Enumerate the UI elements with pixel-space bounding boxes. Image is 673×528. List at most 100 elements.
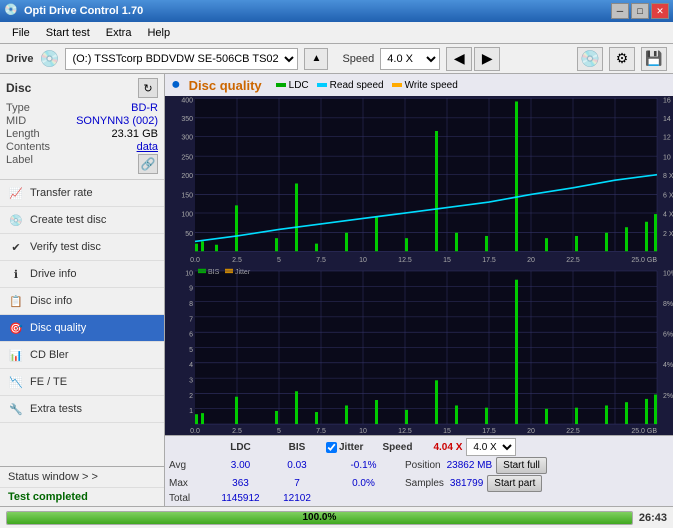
- transfer-rate-label: Transfer rate: [30, 187, 93, 199]
- svg-text:0.0: 0.0: [190, 426, 200, 435]
- svg-text:7.5: 7.5: [316, 255, 326, 264]
- sidebar-item-fe-te[interactable]: 📉 FE / TE: [0, 369, 164, 396]
- svg-text:12 X: 12 X: [663, 132, 673, 141]
- svg-text:7: 7: [189, 314, 193, 323]
- cd-bler-icon: 📊: [8, 347, 24, 363]
- svg-text:150: 150: [181, 190, 193, 199]
- stats-bar: LDC BIS Jitter Speed 4.04 X 4.0 X Avg 3.…: [165, 435, 673, 506]
- samples-value: 381799: [450, 478, 483, 489]
- svg-text:3: 3: [189, 375, 193, 384]
- content-area: ● Disc quality LDC Read speed Write spee…: [165, 74, 673, 506]
- svg-text:2%: 2%: [663, 391, 673, 400]
- svg-text:25.0 GB: 25.0 GB: [631, 255, 657, 264]
- speed-select[interactable]: 4.0 X: [380, 48, 440, 70]
- disc-refresh-button[interactable]: ↻: [138, 78, 158, 98]
- svg-text:4 X: 4 X: [663, 209, 673, 218]
- jitter-checkbox[interactable]: [326, 442, 337, 453]
- sidebar-item-create-test-disc[interactable]: 💿 Create test disc: [0, 207, 164, 234]
- avg-ldc: 3.00: [213, 460, 268, 471]
- start-part-button[interactable]: Start part: [487, 475, 542, 492]
- svg-text:6%: 6%: [663, 329, 673, 338]
- svg-text:4: 4: [189, 360, 193, 369]
- start-full-button[interactable]: Start full: [496, 457, 547, 474]
- transfer-rate-icon: 📈: [8, 185, 24, 201]
- chart-header: ● Disc quality LDC Read speed Write spee…: [165, 74, 673, 96]
- stats-speed-dropdown[interactable]: 4.0 X: [466, 438, 516, 456]
- svg-text:5: 5: [277, 426, 281, 435]
- sidebar-item-extra-tests[interactable]: 🔧 Extra tests: [0, 396, 164, 423]
- sidebar-item-disc-info[interactable]: 📋 Disc info: [0, 288, 164, 315]
- svg-text:4%: 4%: [663, 360, 673, 369]
- svg-text:15: 15: [443, 255, 451, 264]
- svg-text:17.5: 17.5: [482, 426, 496, 435]
- jitter-col-header: Jitter: [339, 442, 363, 453]
- svg-text:100: 100: [181, 209, 193, 218]
- nav-items: 📈 Transfer rate 💿 Create test disc ✔ Ver…: [0, 180, 164, 466]
- drive-select[interactable]: (O:) TSSTcorp BDDVDW SE-506CB TS02: [65, 48, 298, 70]
- legend-write-speed: Write speed: [392, 80, 458, 91]
- svg-text:25.0 GB: 25.0 GB: [631, 426, 657, 435]
- speed-current-value: 4.04 X: [433, 442, 462, 453]
- max-jitter: 0.0%: [326, 478, 401, 489]
- close-button[interactable]: ✕: [651, 3, 669, 19]
- legend-ldc-label: LDC: [289, 80, 309, 91]
- sidebar: Disc ↻ Type BD-R MID SONYNN3 (002) Lengt…: [0, 74, 165, 506]
- svg-text:10: 10: [359, 426, 367, 435]
- disc-type-label: Type: [6, 102, 30, 114]
- svg-text:2.5: 2.5: [232, 426, 242, 435]
- speed-next-button[interactable]: ▶: [474, 47, 500, 71]
- disc-label-label: Label: [6, 154, 33, 174]
- save-button[interactable]: 💾: [641, 47, 667, 71]
- menu-extra[interactable]: Extra: [98, 25, 140, 41]
- disc-label-button[interactable]: 🔗: [138, 154, 158, 174]
- sidebar-item-verify-test-disc[interactable]: ✔ Verify test disc: [0, 234, 164, 261]
- legend-read-speed-label: Read speed: [330, 80, 384, 91]
- svg-text:8 X: 8 X: [663, 171, 673, 180]
- sidebar-item-disc-quality[interactable]: 🎯 Disc quality: [0, 315, 164, 342]
- svg-text:12.5: 12.5: [398, 255, 412, 264]
- svg-text:300: 300: [181, 132, 193, 141]
- svg-text:350: 350: [181, 114, 193, 123]
- fe-te-label: FE / TE: [30, 376, 67, 388]
- cd-bler-label: CD Bler: [30, 349, 69, 361]
- legend-write-speed-label: Write speed: [405, 80, 458, 91]
- speed-col-header: Speed: [367, 442, 427, 453]
- avg-jitter: -0.1%: [326, 460, 401, 471]
- svg-text:10%: 10%: [663, 268, 673, 277]
- svg-text:2 X: 2 X: [663, 229, 673, 238]
- total-row-label: Total: [169, 493, 209, 504]
- svg-text:9: 9: [189, 283, 193, 292]
- ldc-col-header: LDC: [213, 442, 268, 453]
- menu-help[interactable]: Help: [139, 25, 178, 41]
- maximize-button[interactable]: □: [631, 3, 649, 19]
- svg-text:200: 200: [181, 171, 193, 180]
- disc-panel: Disc ↻ Type BD-R MID SONYNN3 (002) Lengt…: [0, 74, 164, 180]
- status-window-button[interactable]: Status window > >: [0, 467, 164, 488]
- drive-bar: Drive 💿 (O:) TSSTcorp BDDVDW SE-506CB TS…: [0, 44, 673, 74]
- sidebar-item-drive-info[interactable]: ℹ Drive info: [0, 261, 164, 288]
- svg-text:2.5: 2.5: [232, 255, 242, 264]
- svg-text:22.5: 22.5: [566, 255, 580, 264]
- menu-start-test[interactable]: Start test: [38, 25, 98, 41]
- sidebar-item-cd-bler[interactable]: 📊 CD Bler: [0, 342, 164, 369]
- disc-contents-value[interactable]: data: [137, 141, 158, 153]
- minimize-button[interactable]: ─: [611, 3, 629, 19]
- svg-text:400: 400: [181, 96, 193, 105]
- position-label: Position: [405, 460, 441, 471]
- svg-text:50: 50: [185, 229, 193, 238]
- avg-bis: 0.03: [272, 460, 322, 471]
- settings-button[interactable]: ⚙: [609, 47, 635, 71]
- speed-prev-button[interactable]: ◀: [446, 47, 472, 71]
- time-display: 26:43: [639, 512, 667, 524]
- drive-label: Drive: [6, 53, 34, 65]
- app-icon: 💿: [4, 3, 20, 19]
- menu-file[interactable]: File: [4, 25, 38, 41]
- svg-text:10 X: 10 X: [663, 152, 673, 161]
- disc-length-value: 23.31 GB: [112, 128, 158, 140]
- disc-contents-label: Contents: [6, 141, 50, 153]
- svg-text:20: 20: [527, 426, 535, 435]
- drive-eject-button[interactable]: ▲: [304, 48, 328, 70]
- sidebar-item-transfer-rate[interactable]: 📈 Transfer rate: [0, 180, 164, 207]
- svg-text:20: 20: [527, 255, 535, 264]
- disc-icon-button[interactable]: 💿: [577, 47, 603, 71]
